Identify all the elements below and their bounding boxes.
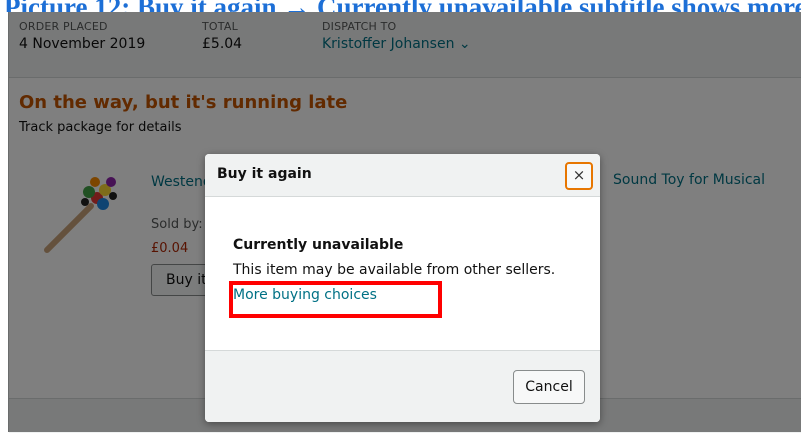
modal-body: Currently unavailable This item may be a…: [205, 197, 600, 349]
highlight-annotation-box: [229, 281, 442, 318]
caption-title: Picture 12: Buy it again → Currently una…: [4, 0, 801, 12]
buy-it-again-modal: Buy it again × Currently unavailable Thi…: [205, 154, 600, 422]
modal-header: Buy it again ×: [205, 154, 600, 197]
close-button[interactable]: ×: [565, 162, 593, 190]
unavailable-title: Currently unavailable: [233, 237, 404, 253]
modal-footer: Cancel: [205, 350, 600, 422]
cancel-button[interactable]: Cancel: [513, 370, 585, 404]
unavailable-message: This item may be available from other se…: [233, 262, 556, 278]
close-icon: ×: [572, 166, 586, 184]
modal-title: Buy it again: [217, 166, 312, 182]
